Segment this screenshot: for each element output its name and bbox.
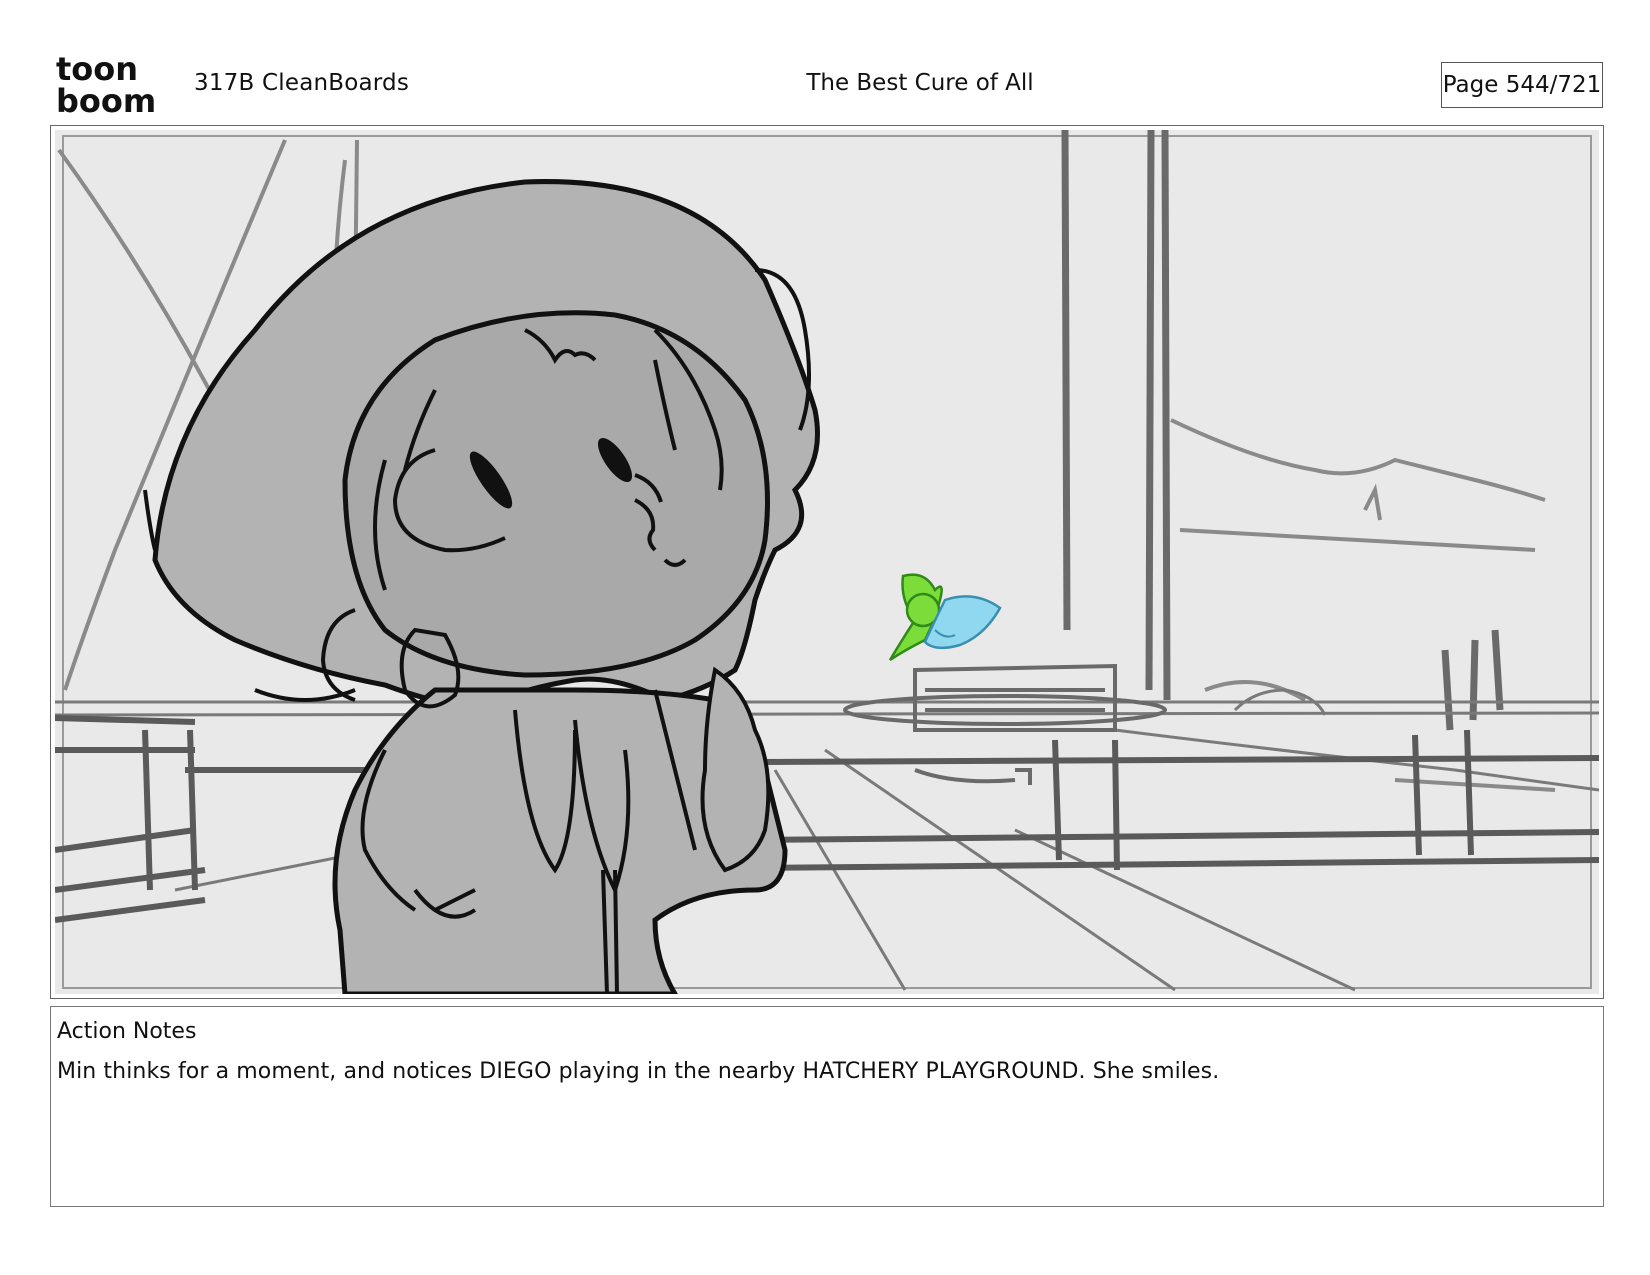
episode-title: The Best Cure of All [806,70,1034,96]
action-notes-text: Min thinks for a moment, and notices DIE… [57,1059,1220,1084]
storyboard-header: toon boom 317B CleanBoards The Best Cure… [0,0,1650,120]
panel-drawing [55,130,1599,994]
action-notes: Action Notes Min thinks for a moment, an… [50,1006,1604,1207]
character-face [342,310,770,678]
storyboard-panel [50,125,1604,999]
action-notes-heading: Action Notes [57,1019,197,1044]
page-counter: Page 544/721 [1441,62,1603,108]
